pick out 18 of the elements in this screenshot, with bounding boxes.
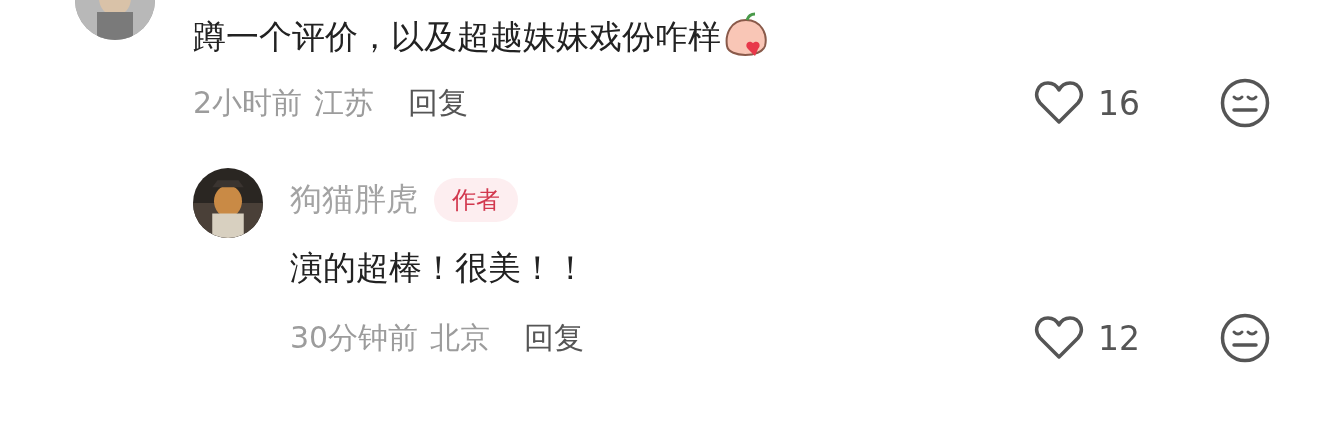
reply-link[interactable]: 回复 <box>408 82 469 124</box>
author-name: 狗猫胖虎 <box>290 179 418 220</box>
location: 北京 <box>430 318 491 357</box>
neutral-face-icon <box>1220 78 1270 128</box>
reply-text: 演的超棒！很美！！ <box>290 247 587 289</box>
author-badge: 作者 <box>434 178 518 222</box>
neutral-face-icon <box>1220 313 1270 363</box>
dislike-button[interactable] <box>1220 313 1270 363</box>
heart-icon <box>1034 315 1084 361</box>
timestamp: 30分钟前 <box>290 318 419 357</box>
dislike-button[interactable] <box>1220 78 1270 128</box>
comment-text: 蹲一个评价，以及超越妹妹戏份咋样 <box>193 16 721 58</box>
reply-link[interactable]: 回复 <box>524 317 585 359</box>
like-button[interactable]: 16 <box>1034 80 1140 126</box>
timestamp: 2小时前 <box>193 83 303 122</box>
heart-icon <box>1034 80 1084 126</box>
like-button[interactable]: 12 <box>1034 315 1140 361</box>
location: 江苏 <box>314 83 375 122</box>
